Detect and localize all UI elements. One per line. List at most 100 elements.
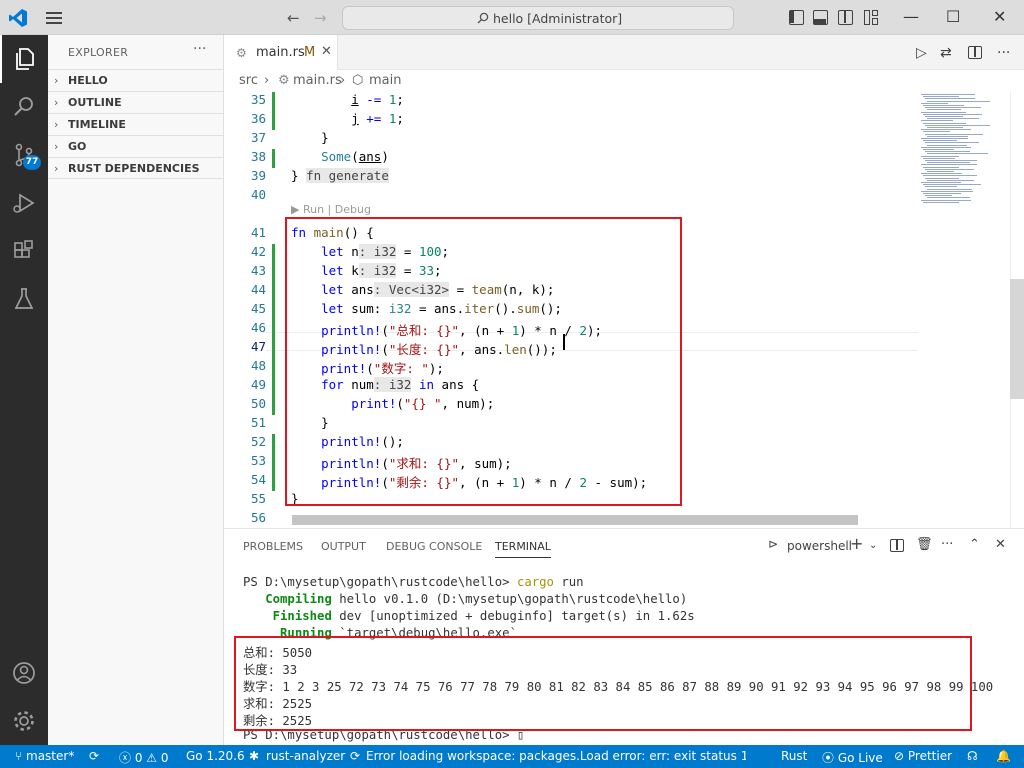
sidebar-title: EXPLORER (68, 46, 129, 59)
menu-icon[interactable] (44, 10, 64, 26)
minimap-line (923, 184, 981, 186)
git-change-marker (272, 434, 275, 453)
minimap[interactable] (919, 92, 1009, 528)
breadcrumb-separator: › (340, 73, 346, 88)
back-arrow-icon[interactable]: ← (287, 9, 300, 27)
vscode-logo-icon (9, 9, 27, 27)
breadcrumb-separator: › (264, 73, 270, 88)
language-mode[interactable]: Rust (781, 749, 807, 763)
minimap-line (923, 149, 954, 150)
feedback-icon[interactable]: ☊ (967, 749, 978, 763)
minimize-button[interactable]: — (903, 7, 919, 26)
minimap-line (921, 138, 968, 139)
git-change-marker (272, 377, 275, 396)
close-window-button[interactable]: ✕ (993, 7, 1006, 26)
explorer-icon[interactable] (0, 35, 48, 83)
status-bar: ⑂ master* ⟳ ⓧ 0 ⚠ 0 Go 1.20.6 ✱ rust-ana… (0, 745, 1024, 768)
split-terminal-icon[interactable] (890, 539, 904, 552)
go-version[interactable]: Go 1.20.6 (186, 749, 245, 763)
chevron-right-icon: › (54, 96, 59, 109)
section-rust-dependencies[interactable]: › RUST DEPENDENCIES (48, 157, 224, 179)
close-panel-icon[interactable]: ✕ (995, 537, 1006, 552)
forward-arrow-icon[interactable]: → (314, 9, 327, 27)
command-center-label: hello [Administrator] (492, 11, 623, 26)
breadcrumb-item[interactable]: main (369, 73, 401, 88)
line-number: 37 (250, 130, 266, 145)
manage-gear-icon[interactable] (0, 697, 48, 745)
minimap-line (925, 151, 970, 153)
tab-main-rs[interactable]: ⚙ main.rs M ✕ (224, 35, 338, 70)
minimap-line (925, 107, 981, 109)
prettier-item[interactable]: ⊘ Prettier (894, 749, 952, 763)
line-number: 47 (250, 339, 266, 354)
split-editor-icon[interactable] (968, 46, 982, 59)
breadcrumb-item[interactable]: src (239, 73, 258, 88)
go-live-item[interactable]: ⦿ Go Live (822, 749, 883, 766)
breadcrumb-item[interactable]: main.rs (293, 73, 342, 88)
branch-name: master* (26, 749, 75, 763)
section-label: OUTLINE (68, 96, 122, 109)
prettier-label: Prettier (907, 749, 953, 763)
line-number: 41 (250, 225, 266, 240)
terminal-shell-label[interactable]: powershell (787, 539, 852, 553)
section-timeline[interactable]: › TIMELINE (48, 113, 224, 135)
problems-item[interactable]: ⓧ 0 ⚠ 0 (119, 749, 169, 766)
sync-icon[interactable]: ⟳ (89, 749, 99, 763)
tab-debug-console[interactable]: DEBUG CONSOLE (386, 540, 482, 553)
git-change-marker (272, 149, 275, 168)
notifications-bell-icon[interactable]: 🔔 (996, 749, 1011, 763)
command-center-search[interactable]: hello [Administrator] (342, 6, 734, 30)
line-number: 48 (250, 358, 266, 373)
minimap-line (923, 140, 958, 142)
testing-flask-icon[interactable] (0, 275, 48, 323)
search-icon (477, 12, 489, 24)
workspace-error-message[interactable]: Error loading workspace: packages.Load e… (366, 749, 746, 763)
terminal-line: Compiling hello v0.1.0 (D:\mysetup\gopat… (265, 592, 688, 606)
run-debug-codelens[interactable]: ▶ Run | Debug (291, 203, 371, 216)
minimap-line (925, 124, 990, 126)
code-line: } fn generate (291, 168, 389, 183)
minimap-line (921, 111, 966, 113)
run-file-icon[interactable]: ▷ (916, 45, 927, 61)
accounts-icon[interactable] (0, 649, 48, 697)
open-changes-icon[interactable]: ⇄ (940, 45, 952, 61)
section-hello[interactable]: › HELLO (48, 69, 224, 91)
error-count: 0 (134, 751, 143, 765)
minimap-line (921, 129, 971, 131)
git-branch-item[interactable]: ⑂ master* (15, 749, 74, 763)
annotation-box-terminal (234, 636, 972, 731)
tab-problems[interactable]: PROBLEMS (243, 540, 303, 553)
toggle-primary-sidebar-icon[interactable] (789, 10, 804, 25)
line-number: 53 (250, 453, 266, 468)
extensions-icon[interactable] (0, 227, 48, 275)
more-actions-icon[interactable]: ··· (997, 45, 1010, 61)
tab-close-icon[interactable]: ✕ (321, 44, 332, 59)
horizontal-scrollbar[interactable] (292, 515, 858, 525)
section-label: GO (68, 140, 87, 153)
search-icon[interactable] (0, 83, 48, 131)
code-line: Some(ans) (321, 149, 389, 164)
section-outline[interactable]: › OUTLINE (48, 91, 224, 113)
maximize-button[interactable]: ☐ (946, 7, 960, 26)
code-line: } (291, 130, 329, 145)
section-go[interactable]: › GO (48, 135, 224, 157)
kill-terminal-trash-icon[interactable]: 🗑 (916, 537, 933, 552)
scrollbar-thumb[interactable] (1010, 279, 1024, 399)
chevron-down-icon[interactable]: ⌄ (869, 540, 877, 551)
sync-icon: ⟳ (350, 749, 361, 763)
run-and-debug-icon[interactable] (0, 179, 48, 227)
maximize-panel-chevron-up-icon[interactable]: ⌃ (969, 537, 980, 552)
git-change-marker (272, 263, 275, 282)
toggle-secondary-sidebar-icon[interactable] (838, 10, 853, 25)
tab-terminal[interactable]: TERMINAL (495, 540, 551, 558)
line-number: 43 (250, 263, 266, 278)
section-label: RUST DEPENDENCIES (68, 162, 200, 175)
customize-layout-icon[interactable] (864, 10, 880, 26)
more-actions-icon[interactable]: ··· (193, 41, 206, 57)
toggle-panel-icon[interactable] (813, 10, 828, 25)
rust-analyzer-status[interactable]: rust-analyzer (266, 749, 345, 763)
tab-output[interactable]: OUTPUT (321, 540, 366, 553)
new-terminal-icon[interactable]: + (850, 534, 863, 553)
source-control-icon[interactable] (0, 131, 48, 179)
more-actions-icon[interactable]: ··· (941, 537, 953, 552)
